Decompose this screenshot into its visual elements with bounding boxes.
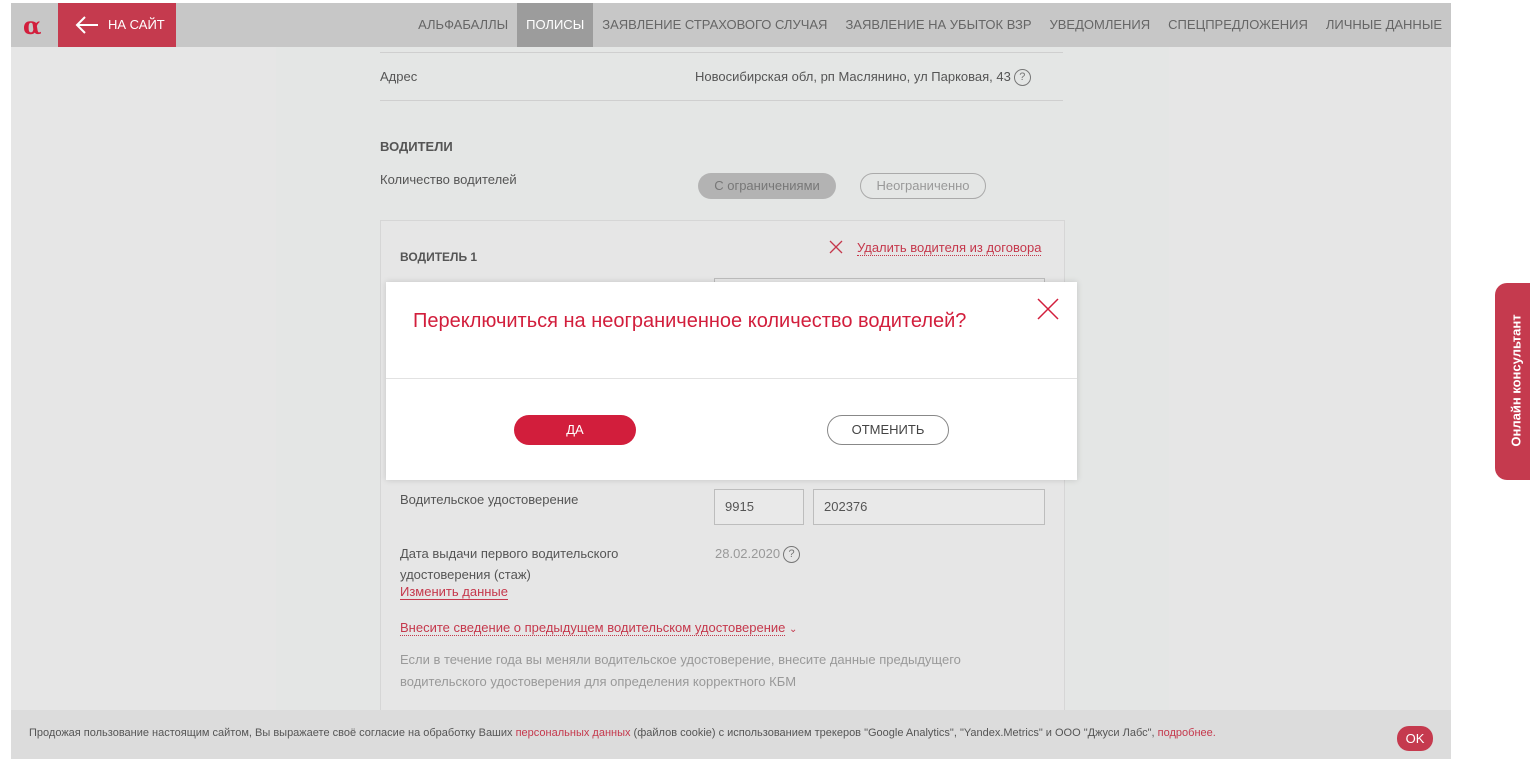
drivers-heading: ВОДИТЕЛИ [380,139,453,154]
license-number-input[interactable]: 202376 [813,489,1045,525]
more-info-link[interactable]: подробнее. [1158,727,1216,739]
dialog-divider [386,378,1077,379]
first-issue-label-2: удостоверения (стаж) [400,567,531,582]
close-icon[interactable] [1036,297,1060,321]
nav-item-alfaballs[interactable]: АЛЬФАБАЛЛЫ [409,3,517,47]
personal-data-link[interactable]: персональных данных [516,727,631,739]
first-issue-label-1: Дата выдачи первого водительского [400,546,619,561]
license-label: Водительское удостоверение [400,492,579,507]
confirm-dialog: Переключиться на неограниченное количест… [386,282,1077,480]
address-value-row: Новосибирская обл, рп Маслянино, ул Парк… [695,69,1031,87]
question-icon[interactable]: ? [783,546,801,564]
online-consultant-tab[interactable]: Онлайн консультант [1495,283,1530,480]
divider [380,52,1063,53]
first-issue-date: 28.02.2020 [715,546,781,561]
nav-item-policies[interactable]: ПОЛИСЫ [517,3,594,47]
address-value: Новосибирская обл, рп Маслянино, ул Парк… [695,69,1011,84]
divider [380,100,1063,101]
back-to-site-label: НА САЙТ [108,17,165,32]
cookie-banner: Продожая пользование настоящим сайтом, В… [11,710,1451,759]
confirm-yes-button[interactable]: ДА [514,415,636,445]
remove-driver-wrap: Удалить водителя из договора [857,240,1042,256]
hint-line-1: Если в течение года вы меняли водительск… [400,652,961,667]
cancel-button[interactable]: ОТМЕНИТЬ [827,415,949,445]
dialog-title: Переключиться на неограниченное количест… [413,310,967,332]
cookie-text-start: Продожая пользование настоящим сайтом, В… [29,727,516,739]
nav-item-notifications[interactable]: УВЕДОМЛЕНИЯ [1041,3,1160,47]
change-data-link[interactable]: Изменить данные [400,584,508,600]
prev-license-wrap: Внесите сведение о предыдущем водительск… [400,620,797,636]
back-to-site-button[interactable]: НА САЙТ [58,3,176,47]
online-consultant-label: Онлайн консультант [1508,314,1524,447]
nav-item-travel-claim[interactable]: ЗАЯВЛЕНИЕ НА УБЫТОК ВЗР [836,3,1040,47]
drivers-limited-toggle[interactable]: С ограничениями [698,173,836,199]
cookie-text-middle: (файлов cookie) с использованием трекеро… [630,727,1158,739]
nav-item-special-offers[interactable]: СПЕЦПРЕДЛОЖЕНИЯ [1159,3,1317,47]
drivers-count-label: Количество водителей [380,172,517,187]
nav-item-personal-data[interactable]: ЛИЧНЫЕ ДАННЫЕ [1317,3,1451,47]
main-nav: АЛЬФАБАЛЛЫ ПОЛИСЫ ЗАЯВЛЕНИЕ СТРАХОВОГО С… [409,3,1451,47]
hint-line-2: водительского удостоверения для определе… [400,674,797,689]
address-label: Адрес [380,69,418,84]
remove-driver-link[interactable]: Удалить водителя из договора [857,240,1042,256]
cookie-ok-button[interactable]: OK [1397,726,1433,751]
close-x-icon[interactable] [829,240,843,254]
license-series-input[interactable]: 9915 [714,489,804,525]
prev-license-link[interactable]: Внесите сведение о предыдущем водительск… [400,620,786,636]
question-icon[interactable]: ? [1013,69,1031,87]
nav-item-insurance-claim[interactable]: ЗАЯВЛЕНИЕ СТРАХОВОГО СЛУЧАЯ [593,3,836,47]
arrow-left-icon [75,16,98,34]
alfa-logo-icon[interactable]: α [23,11,49,40]
chevron-down-icon[interactable]: ⌄ [789,624,797,635]
driver-title: ВОДИТЕЛЬ 1 [400,250,478,264]
drivers-unlimited-toggle[interactable]: Неограниченно [860,173,986,199]
cookie-text: Продожая пользование настоящим сайтом, В… [29,727,1216,739]
top-navbar: α НА САЙТ АЛЬФАБАЛЛЫ ПОЛИСЫ ЗАЯВЛЕНИЕ СТ… [11,3,1451,47]
change-data-wrap: Изменить данные [400,584,508,600]
first-issue-row: 28.02.2020? [715,546,801,564]
